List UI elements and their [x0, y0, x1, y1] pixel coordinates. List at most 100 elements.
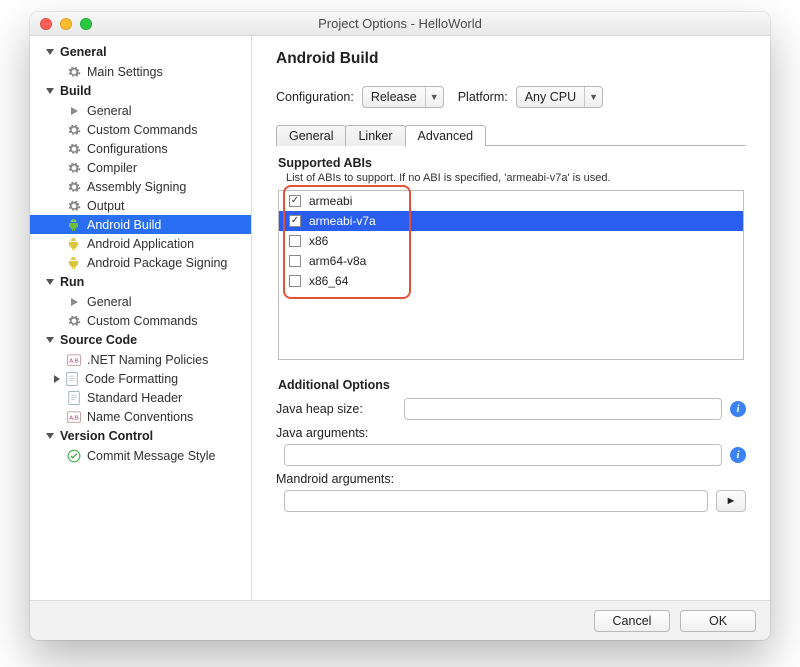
sidebar-item-general[interactable]: General [30, 292, 251, 311]
sidebar-item-configurations[interactable]: Configurations [30, 139, 251, 158]
gear-icon [66, 65, 81, 79]
sidebar-item-label: Android Package Signing [87, 256, 227, 270]
abi-row-x86[interactable]: x86 [279, 231, 743, 251]
info-icon[interactable]: i [730, 401, 746, 417]
sidebar-item-standard-header[interactable]: Standard Header [30, 388, 251, 407]
android-yellow-icon [66, 256, 81, 270]
sidebar-item-custom-commands[interactable]: Custom Commands [30, 311, 251, 330]
abi-row-armeabi-v7a[interactable]: armeabi-v7a [279, 211, 743, 231]
gear-icon [66, 314, 81, 328]
java-args-label: Java arguments: [276, 426, 396, 440]
minimize-window-button[interactable] [60, 18, 72, 30]
mandroid-browse-button[interactable]: ► [716, 490, 746, 512]
gear-icon [66, 142, 81, 156]
sidebar-item--net-naming-policies[interactable]: A,B .NET Naming Policies [30, 350, 251, 369]
tab-general[interactable]: General [276, 125, 346, 146]
sidebar-item-general[interactable]: General [30, 101, 251, 120]
chevron-down-icon: ▼ [425, 87, 443, 107]
checkbox[interactable] [289, 235, 301, 247]
titlebar: Project Options - HelloWorld [30, 12, 770, 36]
sidebar-item-compiler[interactable]: Compiler [30, 158, 251, 177]
additional-options-heading: Additional Options [278, 378, 746, 392]
abi-label: x86 [309, 234, 328, 248]
sidebar-item-label: Assembly Signing [87, 180, 186, 194]
sidebar-item-name-conventions[interactable]: A,BName Conventions [30, 407, 251, 426]
sidebar-item-label: Compiler [87, 161, 137, 175]
abi-row-x86-64[interactable]: x86_64 [279, 271, 743, 291]
gear-icon [66, 180, 81, 194]
zoom-window-button[interactable] [80, 18, 92, 30]
checkbox[interactable] [289, 215, 301, 227]
mandroid-args-input[interactable] [284, 490, 708, 512]
window-title: Project Options - HelloWorld [30, 16, 770, 31]
sidebar-item-android-package-signing[interactable]: Android Package Signing [30, 253, 251, 272]
sidebar-section-run[interactable]: Run [30, 272, 251, 292]
sidebar-item-label: .NET Naming Policies [87, 353, 208, 367]
sidebar-item-main-settings[interactable]: Main Settings [30, 62, 251, 81]
android-yellow-icon [66, 237, 81, 251]
ok-button[interactable]: OK [680, 610, 756, 632]
sidebar-item-label: Android Application [87, 237, 194, 251]
mandroid-args-label: Mandroid arguments: [276, 472, 396, 486]
configuration-label: Configuration: [276, 90, 354, 104]
sidebar-section-general[interactable]: General [30, 42, 251, 62]
sidebar-section-build[interactable]: Build [30, 81, 251, 101]
configuration-value: Release [363, 90, 425, 104]
disclosure-triangle-icon [46, 49, 54, 55]
platform-label: Platform: [458, 90, 508, 104]
sidebar-item-android-application[interactable]: Android Application [30, 234, 251, 253]
tab-linker[interactable]: Linker [345, 125, 405, 146]
info-icon[interactable]: i [730, 447, 746, 463]
chevron-down-icon: ▼ [584, 87, 602, 107]
configuration-combo[interactable]: Release ▼ [362, 86, 444, 108]
badge-icon: A,B [66, 410, 81, 424]
checkbox[interactable] [289, 255, 301, 267]
sidebar-item-label: Code Formatting [85, 372, 178, 386]
badge-icon: A,B [66, 353, 81, 367]
sidebar-item-label: Android Build [87, 218, 161, 232]
abi-listbox[interactable]: armeabi armeabi-v7a x86 arm64-v8a x86_64 [278, 190, 744, 360]
sidebar: General Main Settings Build General Custom C… [30, 36, 252, 600]
java-heap-label: Java heap size: [276, 402, 396, 416]
svg-text:A,B: A,B [69, 358, 79, 364]
gear-icon [66, 123, 81, 137]
svg-text:A,B: A,B [69, 415, 79, 421]
dialog-footer: Cancel OK [30, 600, 770, 640]
sidebar-item-output[interactable]: Output [30, 196, 251, 215]
platform-combo[interactable]: Any CPU ▼ [516, 86, 603, 108]
sidebar-item-label: General [87, 104, 131, 118]
sidebar-item-assembly-signing[interactable]: Assembly Signing [30, 177, 251, 196]
sidebar-item-custom-commands[interactable]: Custom Commands [30, 120, 251, 139]
abi-label: armeabi [309, 194, 352, 208]
android-green-icon [66, 218, 81, 232]
tab-advanced[interactable]: Advanced [405, 125, 487, 146]
content-pane: Android Build Configuration: Release ▼ P… [252, 36, 770, 600]
sidebar-item-label: Custom Commands [87, 314, 197, 328]
checkbox[interactable] [289, 275, 301, 287]
java-args-input[interactable] [284, 444, 722, 466]
sidebar-section-source-code[interactable]: Source Code [30, 330, 251, 350]
checkbox[interactable] [289, 195, 301, 207]
java-heap-input[interactable] [404, 398, 722, 420]
cancel-button[interactable]: Cancel [594, 610, 670, 632]
disclosure-triangle-icon [54, 375, 60, 383]
sidebar-section-version-control[interactable]: Version Control [30, 426, 251, 446]
sidebar-item-label: Commit Message Style [87, 449, 216, 463]
doc-icon [66, 391, 81, 405]
sidebar-item-label: Main Settings [87, 65, 163, 79]
abi-label: arm64-v8a [309, 254, 366, 268]
supported-abis-hint: List of ABIs to support. If no ABI is sp… [286, 172, 746, 184]
close-window-button[interactable] [40, 18, 52, 30]
disclosure-triangle-icon [46, 88, 54, 94]
sidebar-item-android-build[interactable]: Android Build [30, 215, 251, 234]
play-icon [66, 104, 81, 118]
abi-row-arm64-v8a[interactable]: arm64-v8a [279, 251, 743, 271]
abi-row-armeabi[interactable]: armeabi [279, 191, 743, 211]
platform-value: Any CPU [517, 90, 584, 104]
sidebar-item-commit-message-style[interactable]: Commit Message Style [30, 446, 251, 465]
play-icon [66, 295, 81, 309]
check-circle-icon [66, 449, 81, 463]
sidebar-item-code-formatting[interactable]: Code Formatting [30, 369, 251, 388]
tabbar: GeneralLinkerAdvanced [276, 124, 746, 145]
disclosure-triangle-icon [46, 337, 54, 343]
